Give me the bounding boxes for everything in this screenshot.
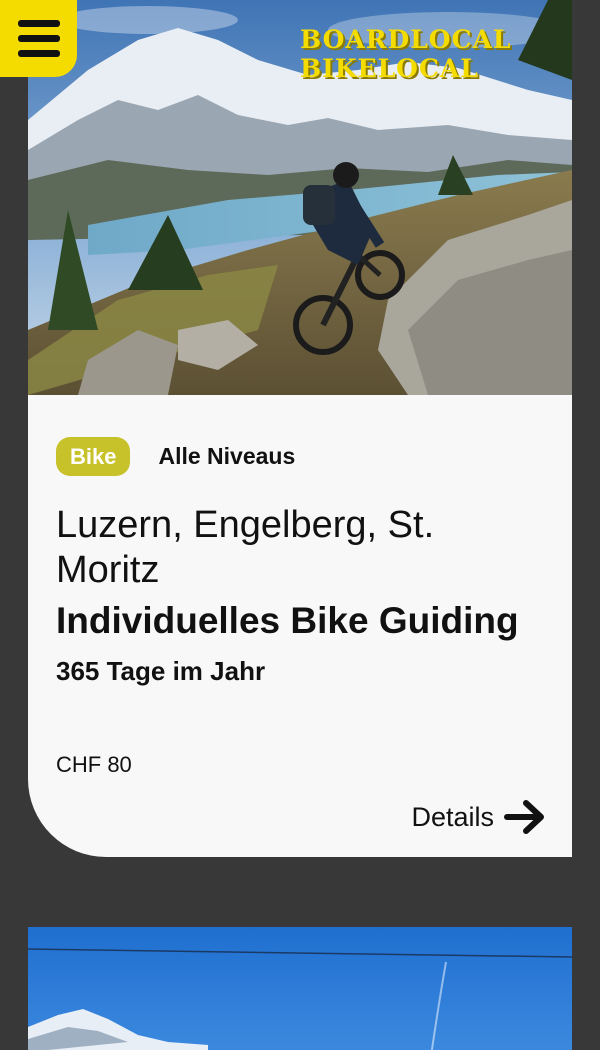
brand-line-1: BOARDLOCAL [300,25,512,54]
arrow-right-icon [504,800,544,834]
category-badge: Bike [56,437,131,476]
tour-title[interactable]: Individuelles Bike Guiding [56,600,519,642]
level-label: Alle Niveaus [158,443,296,469]
tour-card-next[interactable] [28,927,572,1050]
tour-tags: Bike Alle Niveaus [56,437,295,476]
tour-hero-image-next [28,927,572,1050]
tour-location: Luzern, Engelberg, St. Moritz [56,504,435,591]
details-label: Details [411,801,494,832]
hamburger-menu-icon [17,19,60,58]
details-link[interactable]: Details [411,797,546,837]
brand-logo: BOARDLOCAL BIKELOCAL [300,25,511,83]
tour-availability: 365 Tage im Jahr [56,656,266,686]
menu-button[interactable] [0,0,77,77]
tour-price: CHF 80 [56,752,132,777]
tour-hero-image[interactable]: BOARDLOCAL BIKELOCAL [28,0,572,395]
tour-card[interactable]: BOARDLOCAL BIKELOCAL Bike Alle Niveaus L… [28,0,572,857]
brand-line-2: BIKELOCAL [300,54,479,83]
